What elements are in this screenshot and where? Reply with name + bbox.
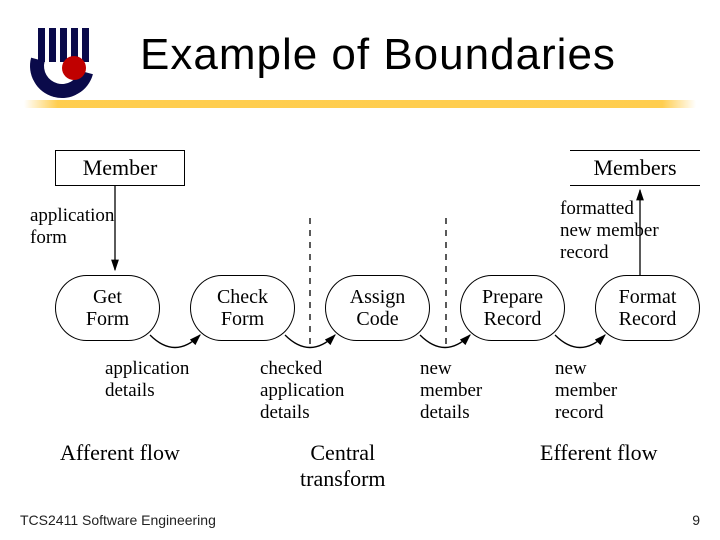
- label-new-member-details: newmemberdetails: [420, 358, 482, 424]
- footer-course: TCS2411 Software Engineering: [20, 512, 216, 528]
- process-get-form: GetForm: [55, 275, 160, 341]
- label-efferent-flow: Efferent flow: [540, 440, 658, 466]
- logo: [30, 28, 120, 98]
- entity-member: Member: [55, 150, 185, 186]
- datastore-members: Members: [570, 150, 700, 186]
- footer-page: 9: [692, 512, 700, 528]
- label-checked-details: checkedapplicationdetails: [260, 358, 344, 424]
- label-central-transform: Centraltransform: [300, 440, 386, 492]
- label-application-form: applicationform: [30, 205, 114, 249]
- title-underline: [24, 100, 696, 108]
- process-prepare-record: PrepareRecord: [460, 275, 565, 341]
- label-application-details: applicationdetails: [105, 358, 189, 402]
- label-afferent-flow: Afferent flow: [60, 440, 180, 466]
- label-new-member-record: newmemberrecord: [555, 358, 617, 424]
- label-formatted-record: formattednew memberrecord: [560, 198, 659, 264]
- process-check-form: CheckForm: [190, 275, 295, 341]
- process-assign-code: AssignCode: [325, 275, 430, 341]
- process-format-record: FormatRecord: [595, 275, 700, 341]
- logo-dot: [62, 56, 86, 80]
- page-title: Example of Boundaries: [140, 30, 616, 80]
